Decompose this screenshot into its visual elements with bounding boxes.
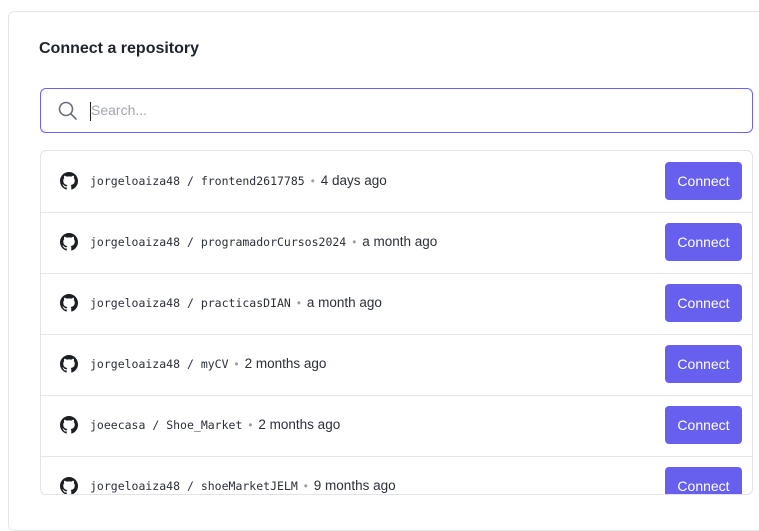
- github-icon: [60, 294, 78, 312]
- connect-button[interactable]: Connect: [665, 345, 742, 383]
- connect-button[interactable]: Connect: [665, 223, 742, 261]
- repository-list[interactable]: jorgeloaiza48 / frontend2617785 • 4 days a…: [40, 150, 753, 495]
- repository-name: jorgeloaiza48 / myCV • 2 months ago: [90, 356, 327, 371]
- github-icon: [60, 477, 78, 494]
- panel-title: Connect a repository: [39, 40, 200, 57]
- search-box[interactable]: [40, 88, 753, 133]
- repository-name: joeecasa / Shoe_Market • 2 months ago: [90, 417, 341, 432]
- repository-row: jorgeloaiza48 / shoeMarketJELM • 9 months …: [41, 456, 752, 494]
- search-input[interactable]: [91, 89, 731, 131]
- github-icon: [60, 355, 78, 373]
- repository-row: jorgeloaiza48 / practicasDIAN • a month ag…: [41, 273, 752, 335]
- github-icon: [60, 416, 78, 434]
- repository-name: jorgeloaiza48 / frontend2617785 • 4 days a…: [90, 173, 387, 188]
- connect-button[interactable]: Connect: [665, 162, 742, 200]
- github-icon: [60, 172, 78, 190]
- github-icon: [60, 233, 78, 251]
- updated-time: 2 months ago: [244, 356, 327, 371]
- repository-row: jorgeloaiza48 / programadorCursos2024 • a …: [41, 212, 752, 274]
- repository-name: jorgeloaiza48 / programadorCursos2024 • a …: [90, 234, 438, 249]
- updated-time: a month ago: [362, 234, 438, 249]
- updated-time: 2 months ago: [258, 417, 341, 432]
- updated-time: a month ago: [306, 295, 382, 310]
- repository-row: jorgeloaiza48 / myCV • 2 months ago Connec…: [41, 334, 752, 396]
- search-icon: [58, 101, 78, 121]
- updated-time: 9 months ago: [313, 478, 396, 493]
- updated-time: 4 days ago: [320, 173, 387, 188]
- repository-row: joeecasa / Shoe_Market • 2 months ago Conn…: [41, 395, 752, 457]
- connect-button[interactable]: Connect: [665, 284, 742, 322]
- connect-button[interactable]: Connect: [665, 406, 742, 444]
- connect-button[interactable]: Connect: [665, 467, 742, 494]
- repository-row: jorgeloaiza48 / frontend2617785 • 4 days a…: [41, 151, 752, 213]
- repository-name: jorgeloaiza48 / practicasDIAN • a month ag…: [90, 295, 382, 310]
- repository-name: jorgeloaiza48 / shoeMarketJELM • 9 months …: [90, 478, 396, 493]
